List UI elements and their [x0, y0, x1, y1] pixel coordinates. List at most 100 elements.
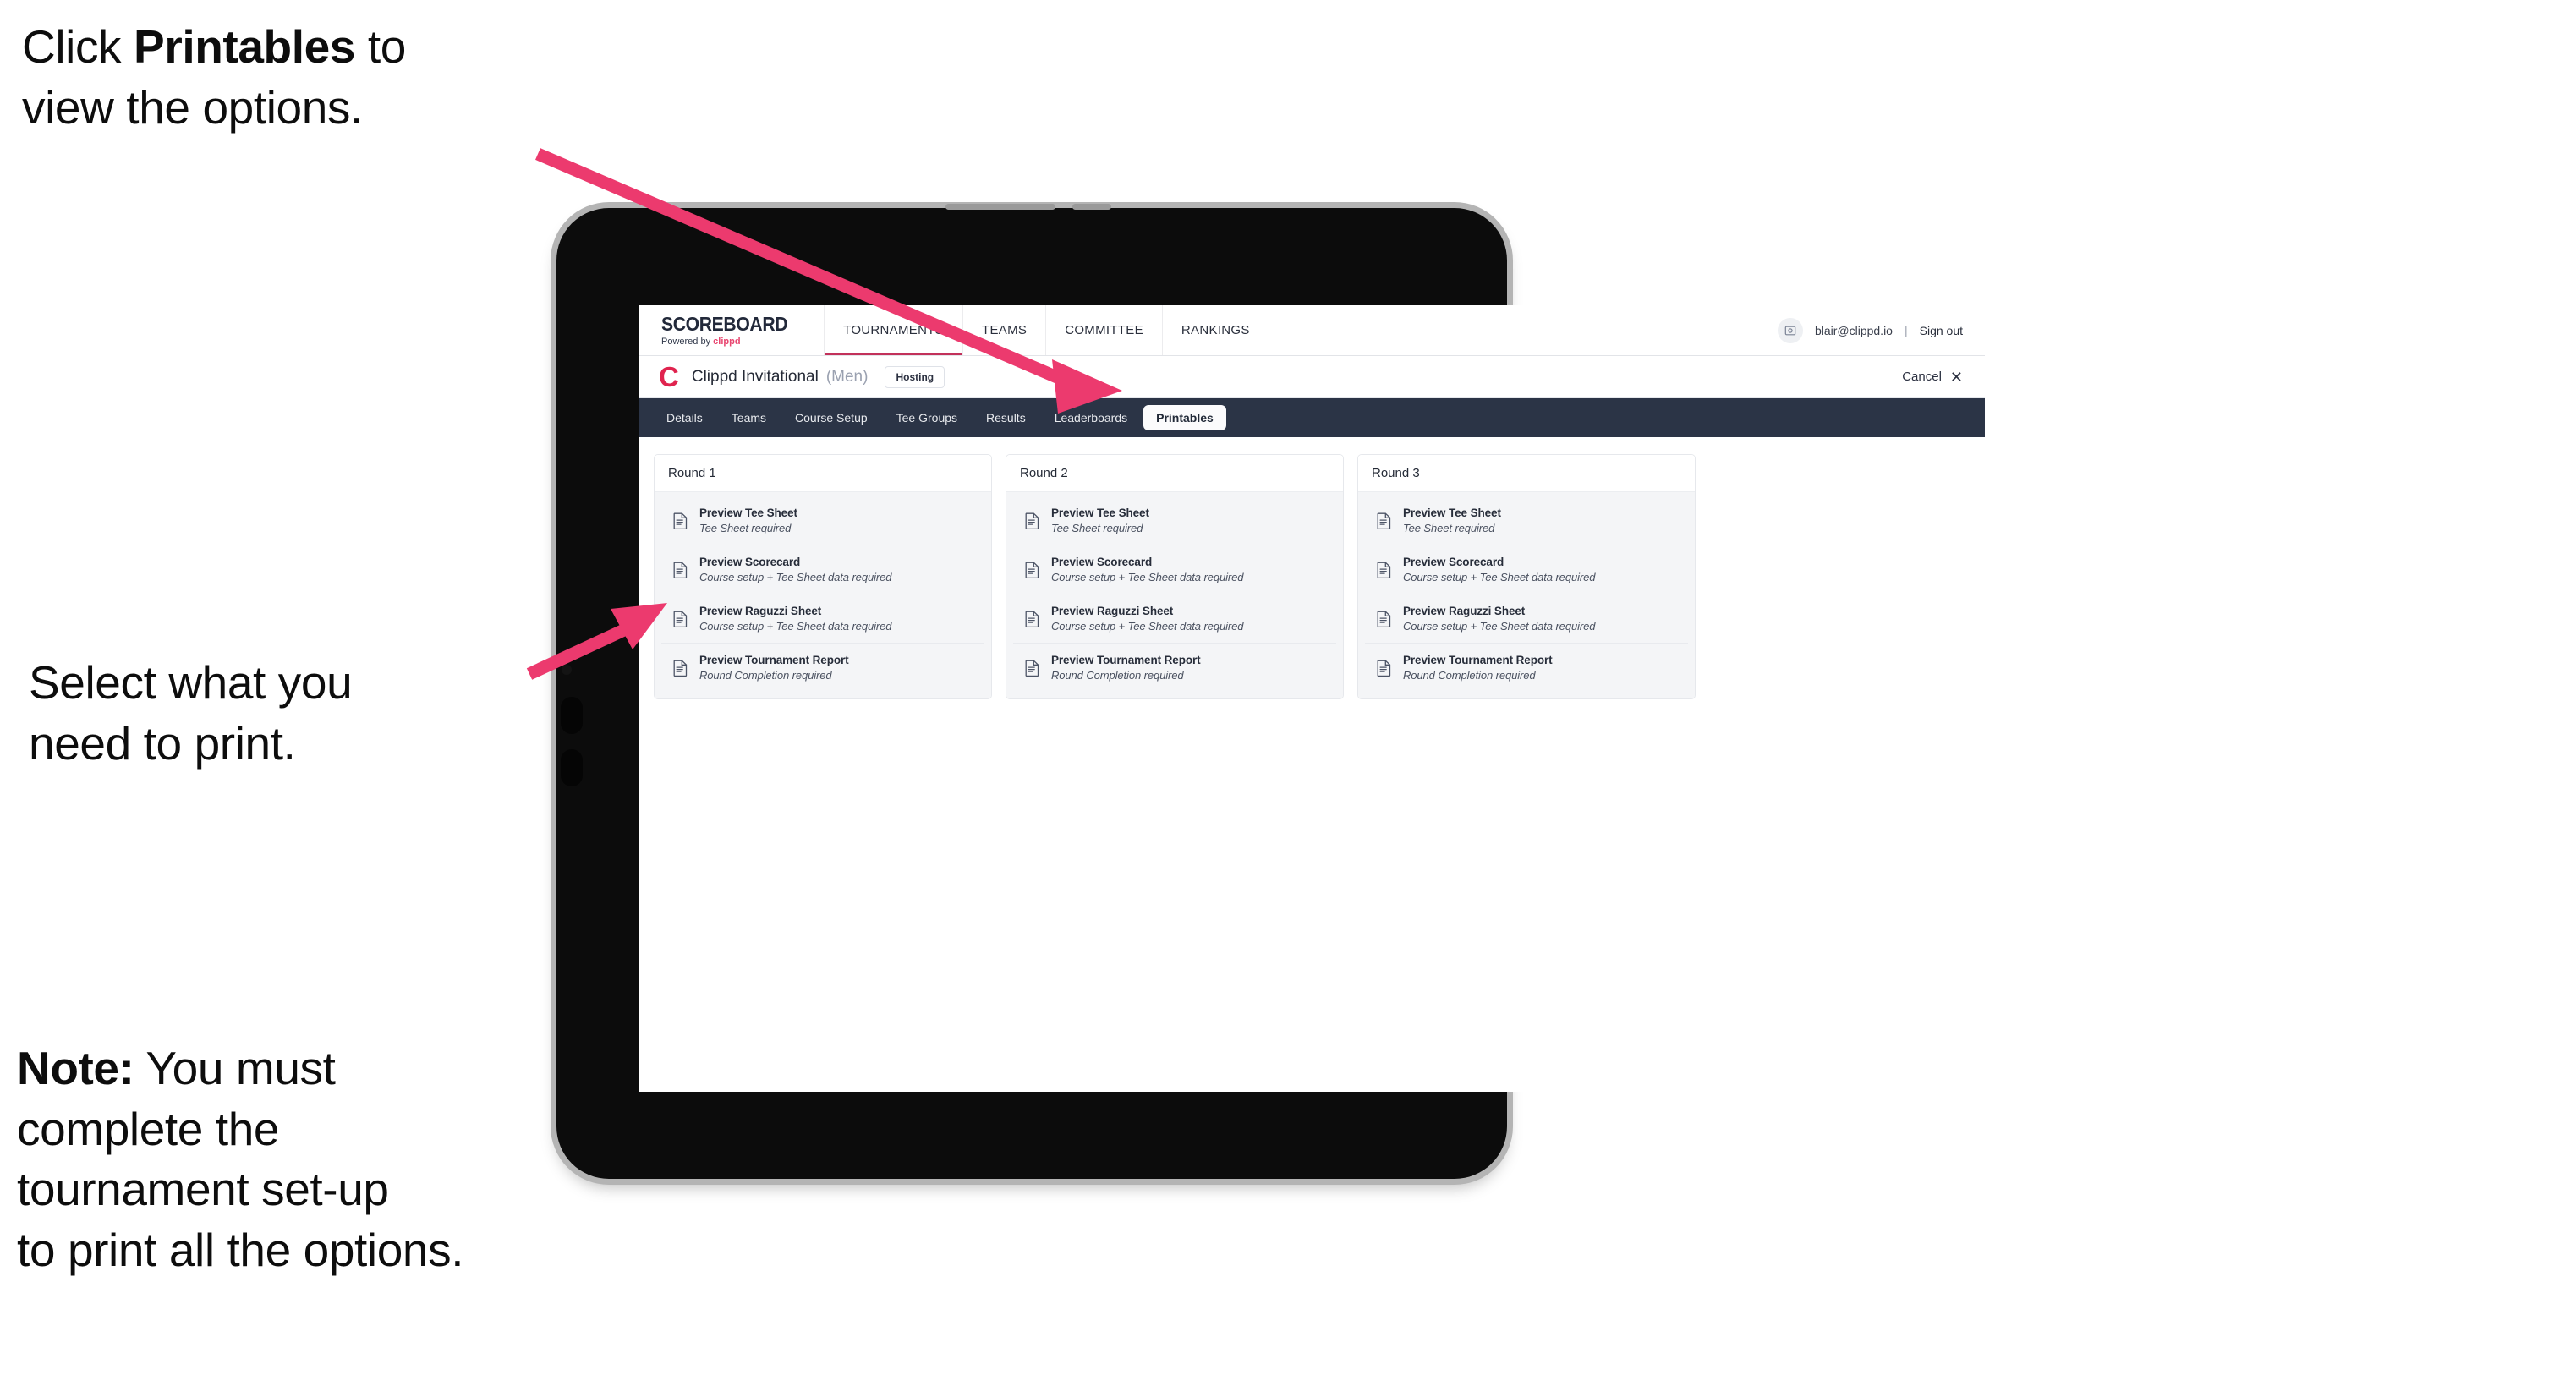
round-column: Round 2 Preview Tee Sheet Tee Sheet requir… — [1006, 454, 1344, 699]
printable-item-title: Preview Tournament Report — [1051, 654, 1201, 666]
user-area-separator: | — [1904, 323, 1908, 337]
sign-out-link[interactable]: Sign out — [1920, 324, 1963, 337]
printable-list-item[interactable]: Preview Tournament Report Round Completio… — [1013, 644, 1336, 692]
top-nav-links: TOURNAMENTS TEAMS COMMITTEE RANKINGS — [824, 305, 1269, 355]
round-column: Round 1 Preview Tee Sheet Tee Sheet requir… — [654, 454, 992, 699]
tournament-name: Clippd Invitational — [691, 367, 819, 386]
printable-item-title: Preview Scorecard — [699, 556, 801, 568]
printable-list-item[interactable]: Preview Raguzzi Sheet Course setup + Tee … — [1013, 594, 1336, 644]
tab-teams[interactable]: Teams — [719, 405, 779, 430]
tablet-front-camera-icon — [562, 665, 572, 675]
document-icon — [673, 562, 688, 578]
printable-list-item[interactable]: Preview Scorecard Course setup + Tee Shee… — [1365, 545, 1688, 594]
brand-subtitle: Powered by clippd — [661, 337, 798, 347]
printable-item-title: Preview Tournament Report — [1403, 654, 1553, 666]
printable-item-text: Preview Scorecard Course setup + Tee Shee… — [699, 556, 891, 583]
tournament-header-bar: C Clippd Invitational (Men) Hosting Canc… — [639, 356, 1985, 398]
printable-item-title: Preview Raguzzi Sheet — [699, 605, 822, 617]
hosting-status-badge: Hosting — [885, 365, 945, 388]
printable-list-item[interactable]: Preview Tournament Report Round Completio… — [661, 644, 984, 692]
callout-text-click-printables: Click Printables to view the options. — [22, 20, 406, 134]
document-icon — [1377, 660, 1391, 677]
printable-item-title: Preview Scorecard — [1403, 556, 1504, 568]
round-printables-list: Preview Tee Sheet Tee Sheet required Previ… — [655, 492, 991, 698]
printable-item-text: Preview Tee Sheet Tee Sheet required — [699, 507, 797, 534]
printable-list-item[interactable]: Preview Tee Sheet Tee Sheet required — [1013, 496, 1336, 545]
printable-item-requirement: Tee Sheet required — [1051, 522, 1143, 534]
tablet-screen: SCOREBOARD Powered by clippd TOURNAMENTS… — [639, 305, 1985, 1092]
tournament-gender: (Men) — [825, 367, 869, 386]
printable-list-item[interactable]: Preview Raguzzi Sheet Course setup + Tee … — [1365, 594, 1688, 644]
top-navigation-bar: SCOREBOARD Powered by clippd TOURNAMENTS… — [639, 305, 1985, 356]
printable-item-requirement: Tee Sheet required — [699, 522, 792, 534]
round-title: Round 2 — [1006, 455, 1343, 492]
document-icon — [673, 660, 688, 677]
tab-details[interactable]: Details — [654, 405, 715, 430]
printable-item-requirement: Course setup + Tee Sheet data required — [1051, 620, 1244, 633]
document-icon — [673, 611, 688, 627]
round-printables-list: Preview Tee Sheet Tee Sheet required Previ… — [1006, 492, 1343, 698]
printable-item-requirement: Course setup + Tee Sheet data required — [699, 571, 892, 583]
printable-item-text: Preview Scorecard Course setup + Tee Shee… — [1051, 556, 1243, 583]
tablet-volume-down-button[interactable] — [561, 749, 583, 786]
nav-link-committee[interactable]: COMMITTEE — [1045, 305, 1162, 355]
tablet-speaker-grille — [945, 204, 1055, 210]
round-title: Round 1 — [655, 455, 991, 492]
printable-item-text: Preview Raguzzi Sheet Course setup + Tee … — [1403, 605, 1595, 633]
printable-item-requirement: Course setup + Tee Sheet data required — [1051, 571, 1244, 583]
tab-tee-groups[interactable]: Tee Groups — [884, 405, 970, 430]
tab-printables[interactable]: Printables — [1143, 405, 1226, 430]
printable-item-title: Preview Raguzzi Sheet — [1403, 605, 1526, 617]
callout-text-select-print: Select what you need to print. — [29, 656, 353, 770]
printable-item-title: Preview Tee Sheet — [1051, 507, 1149, 519]
clippd-logo-icon: C — [659, 361, 679, 392]
printable-item-text: Preview Scorecard Course setup + Tee Shee… — [1403, 556, 1595, 583]
printable-item-text: Preview Tournament Report Round Completio… — [699, 654, 849, 682]
round-column: Round 3 Preview Tee Sheet Tee Sheet requir… — [1357, 454, 1696, 699]
document-icon — [1377, 562, 1391, 578]
printable-item-text: Preview Tee Sheet Tee Sheet required — [1051, 507, 1149, 534]
printable-item-requirement: Tee Sheet required — [1403, 522, 1495, 534]
nav-link-rankings[interactable]: RANKINGS — [1161, 305, 1269, 355]
printable-item-title: Preview Tee Sheet — [699, 507, 797, 519]
tablet-volume-up-button[interactable] — [561, 697, 583, 734]
printable-item-requirement: Round Completion required — [1051, 669, 1184, 682]
section-tab-strip: Details Teams Course Setup Tee Groups Re… — [639, 398, 1985, 437]
document-icon — [1025, 660, 1039, 677]
printable-list-item[interactable]: Preview Raguzzi Sheet Course setup + Tee … — [661, 594, 984, 644]
printable-list-item[interactable]: Preview Scorecard Course setup + Tee Shee… — [1013, 545, 1336, 594]
round-printables-list: Preview Tee Sheet Tee Sheet required Previ… — [1358, 492, 1695, 698]
printable-item-title: Preview Tee Sheet — [1403, 507, 1501, 519]
printable-item-requirement: Course setup + Tee Sheet data required — [699, 620, 892, 633]
printable-list-item[interactable]: Preview Tournament Report Round Completio… — [1365, 644, 1688, 692]
printable-item-text: Preview Tournament Report Round Completio… — [1051, 654, 1201, 682]
document-icon — [673, 512, 688, 529]
printable-item-text: Preview Tournament Report Round Completio… — [1403, 654, 1553, 682]
cancel-button[interactable]: Cancel ✕ — [1902, 370, 1963, 385]
nav-link-tournaments[interactable]: TOURNAMENTS — [824, 305, 962, 355]
printable-list-item[interactable]: Preview Tee Sheet Tee Sheet required — [1365, 496, 1688, 545]
close-x-icon: ✕ — [1949, 368, 1963, 386]
user-avatar-icon[interactable] — [1777, 317, 1803, 343]
tablet-speaker-grille-secondary — [1072, 204, 1111, 210]
printable-list-item[interactable]: Preview Tee Sheet Tee Sheet required — [661, 496, 984, 545]
printable-item-requirement: Course setup + Tee Sheet data required — [1403, 620, 1596, 633]
nav-link-teams[interactable]: TEAMS — [962, 305, 1045, 355]
printable-item-text: Preview Raguzzi Sheet Course setup + Tee … — [699, 605, 891, 633]
round-title: Round 3 — [1358, 455, 1695, 492]
printable-list-item[interactable]: Preview Scorecard Course setup + Tee Shee… — [661, 545, 984, 594]
top-nav-user-area: blair@clippd.io | Sign out — [1777, 305, 1985, 355]
tab-course-setup[interactable]: Course Setup — [782, 405, 880, 430]
brand-logo[interactable]: SCOREBOARD Powered by clippd — [661, 305, 824, 355]
tab-leaderboards[interactable]: Leaderboards — [1042, 405, 1140, 430]
document-icon — [1025, 512, 1039, 529]
document-icon — [1377, 611, 1391, 627]
printable-item-requirement: Course setup + Tee Sheet data required — [1403, 571, 1596, 583]
printable-item-text: Preview Raguzzi Sheet Course setup + Tee … — [1051, 605, 1243, 633]
printable-item-title: Preview Raguzzi Sheet — [1051, 605, 1174, 617]
brand-clippd-word: clippd — [713, 336, 741, 347]
printables-rounds-grid: Round 1 Preview Tee Sheet Tee Sheet requir… — [639, 437, 1985, 1092]
user-email: blair@clippd.io — [1814, 323, 1893, 337]
tab-results[interactable]: Results — [973, 405, 1039, 430]
callout-emphasis-printables: Printables — [134, 20, 355, 73]
